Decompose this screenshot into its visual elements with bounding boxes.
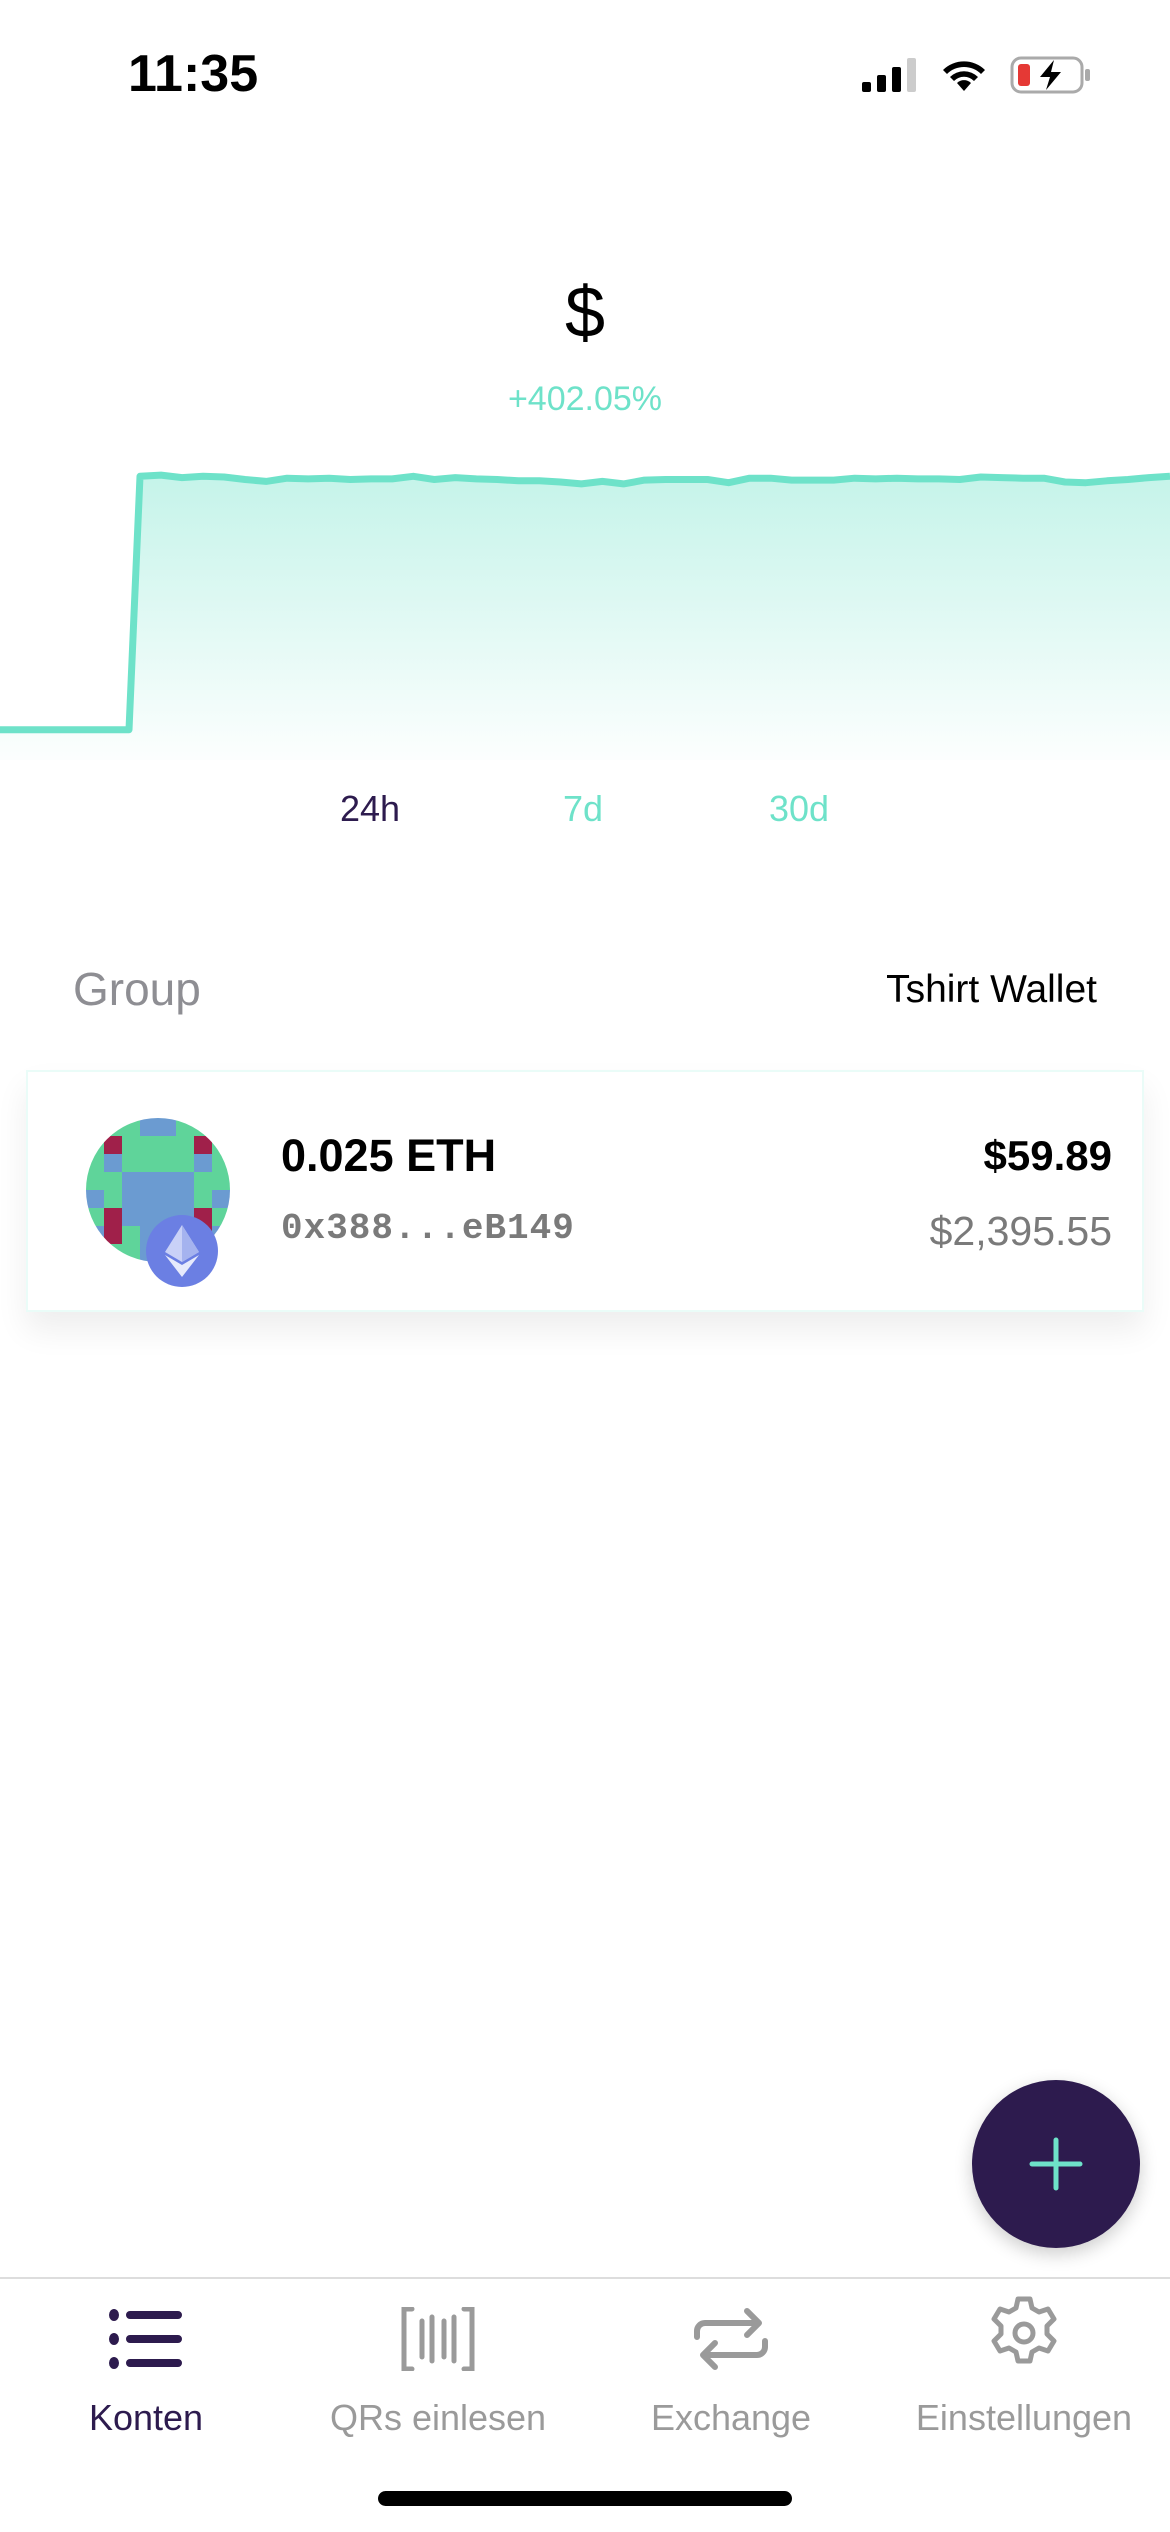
- wifi-icon: [943, 61, 985, 91]
- avatar-pixel: [86, 1172, 104, 1190]
- total-balance: $: [564, 273, 606, 353]
- avatar-pixel: [86, 1190, 104, 1208]
- range-24h[interactable]: 24h: [340, 788, 400, 830]
- avatar-pixel: [158, 1172, 176, 1190]
- group-label: Group: [73, 963, 201, 1015]
- status-time: 11:35: [128, 45, 259, 103]
- exchange-arrows-icon: [694, 2308, 768, 2370]
- battery-charging-icon: [1010, 56, 1090, 94]
- balance-chart: [0, 471, 1170, 760]
- avatar-pixel: [140, 1208, 158, 1226]
- home-indicator: [378, 2491, 792, 2506]
- tab-qr-scan[interactable]: QRs einlesen: [292, 2307, 584, 2439]
- tab-konten[interactable]: Konten: [0, 2307, 292, 2439]
- gear-icon: [991, 2296, 1057, 2364]
- avatar-pixel: [140, 1190, 158, 1208]
- avatar-pixel: [140, 1172, 158, 1190]
- avatar-pixel: [176, 1190, 194, 1208]
- avatar-pixel: [122, 1172, 140, 1190]
- account-amount: 0.025 ETH: [281, 1130, 497, 1181]
- balance-change-percent: +402.05%: [507, 380, 663, 418]
- eth-price: $2,395.55: [929, 1208, 1112, 1254]
- avatar-pixel: [194, 1172, 212, 1190]
- account-address: 0x388...eB149: [281, 1208, 575, 1249]
- avatar-pixel: [104, 1226, 122, 1244]
- tab-label: Konten: [88, 2397, 204, 2438]
- avatar-pixel: [194, 1190, 212, 1208]
- account-fiat-value: $59.89: [983, 1132, 1112, 1179]
- avatar-pixel: [140, 1154, 158, 1172]
- avatar-pixel: [140, 1136, 158, 1154]
- avatar-pixel: [104, 1190, 122, 1208]
- wallet-name[interactable]: Tshirt Wallet: [886, 968, 1097, 1012]
- avatar-pixel: [212, 1190, 230, 1208]
- avatar-pixel: [104, 1208, 122, 1226]
- tab-exchange[interactable]: Exchange: [585, 2307, 877, 2439]
- range-30d[interactable]: 30d: [769, 788, 829, 830]
- chart-area: [0, 475, 1170, 760]
- add-account-button[interactable]: [972, 2080, 1140, 2248]
- avatar-pixel: [122, 1208, 140, 1226]
- avatar-pixel: [140, 1118, 158, 1136]
- tab-label: QRs einlesen: [329, 2397, 547, 2438]
- avatar-pixel: [158, 1118, 176, 1136]
- avatar-pixel: [122, 1136, 140, 1154]
- avatar-pixel: [158, 1136, 176, 1154]
- range-7d[interactable]: 7d: [563, 788, 603, 830]
- avatar-pixel: [104, 1136, 122, 1154]
- avatar-pixel: [122, 1154, 140, 1172]
- avatar-pixel: [212, 1172, 230, 1190]
- avatar-pixel: [158, 1154, 176, 1172]
- tab-label: Exchange: [650, 2397, 812, 2438]
- avatar-pixel: [176, 1136, 194, 1154]
- avatar-pixel: [176, 1154, 194, 1172]
- tab-settings[interactable]: Einstellungen: [878, 2296, 1170, 2439]
- avatar-pixel: [176, 1172, 194, 1190]
- avatar-pixel: [122, 1226, 140, 1244]
- avatar-pixel: [194, 1136, 212, 1154]
- ethereum-icon: [146, 1215, 218, 1287]
- avatar-pixel: [122, 1190, 140, 1208]
- plus-icon: [1029, 2137, 1083, 2191]
- avatar-pixel: [104, 1154, 122, 1172]
- avatar-pixel: [158, 1190, 176, 1208]
- barcode-scan-icon: [401, 2307, 475, 2371]
- avatar-pixel: [194, 1154, 212, 1172]
- tab-label: Einstellungen: [915, 2397, 1133, 2438]
- avatar-pixel: [104, 1172, 122, 1190]
- status-icons: [862, 56, 1092, 94]
- signal-icon: [862, 58, 916, 92]
- list-icon: [109, 2309, 182, 2369]
